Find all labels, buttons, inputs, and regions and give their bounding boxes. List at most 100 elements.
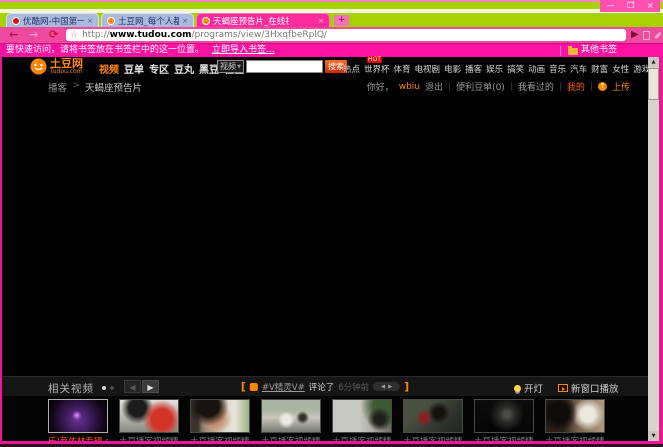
greeting-text: 你好，: [367, 80, 394, 93]
minimize-button[interactable]: —: [606, 2, 614, 10]
window-border: [0, 57, 2, 441]
related-video-thumb[interactable]: 土豆播客视频精选: [474, 399, 534, 441]
search-input[interactable]: [246, 60, 323, 73]
wrench-menu-icon[interactable]: [654, 32, 662, 40]
tab-active-video[interactable]: 天蝎座预告片_在线视频... ×: [196, 13, 330, 27]
breadcrumb-section-link[interactable]: 播客: [48, 80, 67, 94]
thumbnail-image[interactable]: [48, 399, 108, 433]
tab-youku[interactable]: 优酷网-中国第一视频网 ×: [6, 13, 99, 27]
related-videos-title: 相关视频: [48, 381, 94, 396]
nav-item-douwan[interactable]: 豆丸: [174, 61, 194, 76]
channel-link-music[interactable]: 音乐: [549, 63, 566, 75]
channel-link-hot[interactable]: 热点: [343, 63, 360, 75]
channel-link-funny[interactable]: 搞笑: [507, 63, 524, 75]
thumbnail-image[interactable]: [119, 399, 179, 433]
page-menu-icon[interactable]: [643, 31, 650, 40]
back-button[interactable]: ←: [9, 28, 18, 42]
bookmark-star-icon[interactable]: ☆: [70, 31, 78, 40]
import-bookmarks-link[interactable]: 立即导入书签...: [212, 44, 275, 57]
address-bar[interactable]: ☆ http://www.tudou.com/programs/view/3Hx…: [66, 29, 626, 41]
channel-link-finance[interactable]: 财富: [591, 63, 608, 75]
forward-button[interactable]: →: [29, 28, 38, 42]
related-video-thumb[interactable]: 乐!蔡依林专辑.com: [48, 399, 108, 441]
new-tab-button[interactable]: +: [334, 15, 349, 26]
related-next-button[interactable]: ▶: [142, 380, 159, 393]
thumbnail-image[interactable]: [190, 399, 250, 433]
upload-icon: ↑: [598, 82, 607, 91]
thumbnail-image[interactable]: [545, 399, 605, 433]
site-header: 土豆网 Tudou.com 视频 豆单 专区 豆丸 黑豆 社区 视频 ▼ 搜索 …: [2, 57, 648, 77]
infobar-message: 要快速访问，请将书签放在书签栏中的这一位置。: [6, 44, 204, 57]
channel-link-movies[interactable]: 电影: [444, 63, 461, 75]
thumbnail-image[interactable]: [332, 399, 392, 433]
related-video-thumb[interactable]: 土豆播客视频精选: [261, 399, 321, 441]
nav-item-playlists[interactable]: 豆单: [124, 61, 144, 76]
channel-link-tv[interactable]: 电视剧: [415, 63, 441, 75]
my-page-link[interactable]: 我的: [567, 80, 585, 93]
close-button[interactable]: ×: [647, 2, 654, 10]
related-video-thumb[interactable]: 土豆播客视频精选: [332, 399, 392, 441]
username-link[interactable]: wbiu: [399, 82, 420, 92]
scroll-down-button[interactable]: ▼: [648, 431, 659, 441]
scrollbar-thumb[interactable]: [648, 68, 659, 100]
related-video-thumb[interactable]: 土豆播客视频精选: [403, 399, 463, 441]
related-video-thumb[interactable]: 土豆播客视频精选: [119, 399, 179, 441]
scroll-up-button[interactable]: ▲: [648, 57, 659, 67]
title-bar: 优酷网-中国第一视频网 × 土豆网_每个人都是生活... × 天蝎座预告片_在线…: [0, 0, 663, 27]
logout-link[interactable]: 退出: [425, 80, 443, 93]
pagination-dot-active[interactable]: [102, 386, 106, 390]
related-prev-button[interactable]: ◀: [124, 380, 141, 393]
channel-link-women[interactable]: 女性: [612, 63, 629, 75]
tudou-logo[interactable]: 土豆网 Tudou.com: [30, 58, 83, 75]
play-new-window-button[interactable]: 新窗口播放: [558, 381, 619, 395]
other-bookmarks-button[interactable]: 其他书签: [581, 44, 617, 57]
thumbnail-image[interactable]: [403, 399, 463, 433]
bookmark-infobar: 要快速访问，请将书签放在书签栏中的这一位置。 立即导入书签... 其他书签: [0, 43, 663, 57]
vertical-scrollbar[interactable]: ▲ ▼: [648, 57, 659, 441]
channel-link-cars[interactable]: 汽车: [570, 63, 587, 75]
channel-link-podcast[interactable]: 播客: [465, 63, 482, 75]
related-video-thumb[interactable]: 土豆播客视频精选: [545, 399, 605, 441]
tab-close-icon[interactable]: ×: [318, 17, 324, 25]
url-path: /programs/view/3HxqfbeRplQ/: [192, 31, 327, 40]
video-player-area[interactable]: [2, 93, 648, 376]
watch-history-link[interactable]: 我看过的: [518, 80, 554, 93]
related-thumbnails-row: 乐!蔡依林专辑.com 土豆播客视频精选 土豆播客视频精选 土豆播客视频精选 土…: [2, 396, 648, 441]
maximize-button[interactable]: ❐: [627, 2, 634, 10]
upload-link[interactable]: 上传: [612, 80, 630, 93]
ticker-next-icon[interactable]: ▶: [388, 384, 392, 390]
thumbnail-image[interactable]: [261, 399, 321, 433]
tab-close-icon[interactable]: ×: [182, 17, 188, 25]
thumbnail-image[interactable]: [474, 399, 534, 433]
bookmarks-folder-icon: [568, 48, 578, 55]
ticker-bracket: [: [241, 380, 246, 393]
lights-on-button[interactable]: 开灯: [514, 381, 543, 395]
go-button[interactable]: ▶: [631, 28, 639, 42]
divider: |: [559, 82, 562, 92]
channel-link-animation[interactable]: 动画: [528, 63, 545, 75]
channel-link-sports[interactable]: 体育: [394, 63, 411, 75]
tab-tudou-home[interactable]: 土豆网_每个人都是生活... ×: [101, 13, 194, 27]
window-controls: — ❐ ×: [600, 0, 660, 12]
ticker-action-text: 评论了: [309, 381, 335, 393]
nav-item-heidou[interactable]: 黑豆: [199, 61, 219, 76]
nav-item-zones[interactable]: 专区: [149, 61, 169, 76]
divider: |: [590, 82, 593, 92]
channel-link-worldcup[interactable]: 世界杯HOT: [364, 63, 390, 75]
commenter-username-link[interactable]: #V精灵V#: [262, 381, 305, 393]
ticker-prev-icon[interactable]: ◀: [381, 384, 385, 390]
youku-favicon-icon: [12, 17, 20, 25]
tab-close-icon[interactable]: ×: [87, 17, 93, 25]
ticker-bracket: ]: [404, 380, 409, 393]
channel-link-entertainment[interactable]: 娱乐: [486, 63, 503, 75]
ticker-pager[interactable]: ◀▶: [373, 382, 400, 391]
reload-button[interactable]: ⟳: [49, 28, 58, 42]
play-new-window-label: 新窗口播放: [571, 381, 619, 395]
commenter-avatar-icon: [250, 383, 258, 391]
related-video-thumb[interactable]: 土豆播客视频精选: [190, 399, 250, 441]
new-window-play-icon: [558, 384, 568, 392]
search-category-dropdown[interactable]: 视频 ▼: [217, 60, 244, 73]
nav-item-video[interactable]: 视频: [99, 61, 119, 76]
playlists-link[interactable]: 便利豆单(0): [456, 80, 505, 93]
pagination-dot[interactable]: [110, 386, 114, 390]
